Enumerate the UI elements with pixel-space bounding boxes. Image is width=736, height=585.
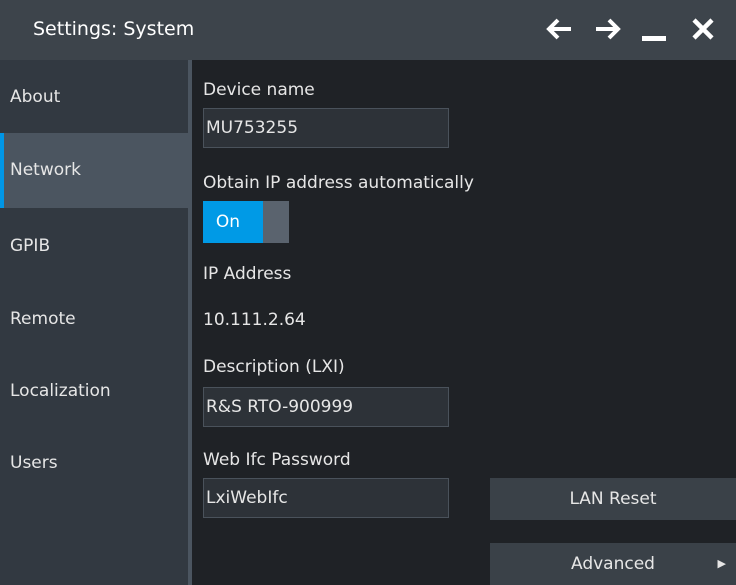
sidebar-item-label: Remote (10, 309, 76, 329)
sidebar-item-about[interactable]: About (0, 60, 188, 135)
web-password-label: Web Ifc Password (203, 450, 351, 470)
sidebar-item-label: Users (10, 453, 58, 473)
sidebar-item-gpib[interactable]: GPIB (0, 209, 188, 284)
web-password-field[interactable]: LxiWebIfc (203, 478, 449, 518)
sidebar-item-label: About (10, 87, 61, 107)
toggle-knob (263, 201, 289, 243)
lan-reset-button[interactable]: LAN Reset (490, 478, 736, 520)
description-label: Description (LXI) (203, 357, 345, 377)
sidebar-item-localization[interactable]: Localization (0, 354, 188, 429)
sidebar-item-network[interactable]: Network (0, 133, 188, 208)
device-name-field[interactable]: MU753255 (203, 108, 449, 148)
lan-reset-label: LAN Reset (569, 489, 657, 509)
minimize-icon[interactable] (640, 14, 670, 44)
toggle-on-segment: On (203, 201, 263, 243)
advanced-label: Advanced (571, 554, 655, 574)
sidebar-item-users[interactable]: Users (0, 426, 188, 501)
title-bar: Settings: System (0, 0, 736, 60)
sidebar-item-label: Network (10, 160, 81, 180)
ip-address-label: IP Address (203, 264, 292, 284)
ip-address-value: 10.111.2.64 (203, 310, 306, 330)
advanced-button[interactable]: Advanced ▶ (490, 543, 736, 585)
arrow-right-icon[interactable] (592, 14, 622, 44)
close-icon[interactable] (688, 14, 718, 44)
description-field[interactable]: R&S RTO-900999 (203, 387, 449, 427)
toggle-state-label: On (215, 212, 241, 232)
obtain-ip-label: Obtain IP address automatically (203, 173, 474, 193)
sidebar-item-label: GPIB (10, 236, 51, 256)
sidebar-item-remote[interactable]: Remote (0, 282, 188, 357)
sidebar: About Network GPIB Remote Localization U… (0, 60, 188, 585)
arrow-left-icon[interactable] (545, 14, 575, 44)
triangle-right-icon: ▶ (717, 557, 726, 570)
window-title: Settings: System (33, 18, 195, 40)
device-name-label: Device name (203, 80, 315, 100)
obtain-ip-toggle[interactable]: On (203, 201, 289, 243)
sidebar-item-label: Localization (10, 381, 111, 401)
